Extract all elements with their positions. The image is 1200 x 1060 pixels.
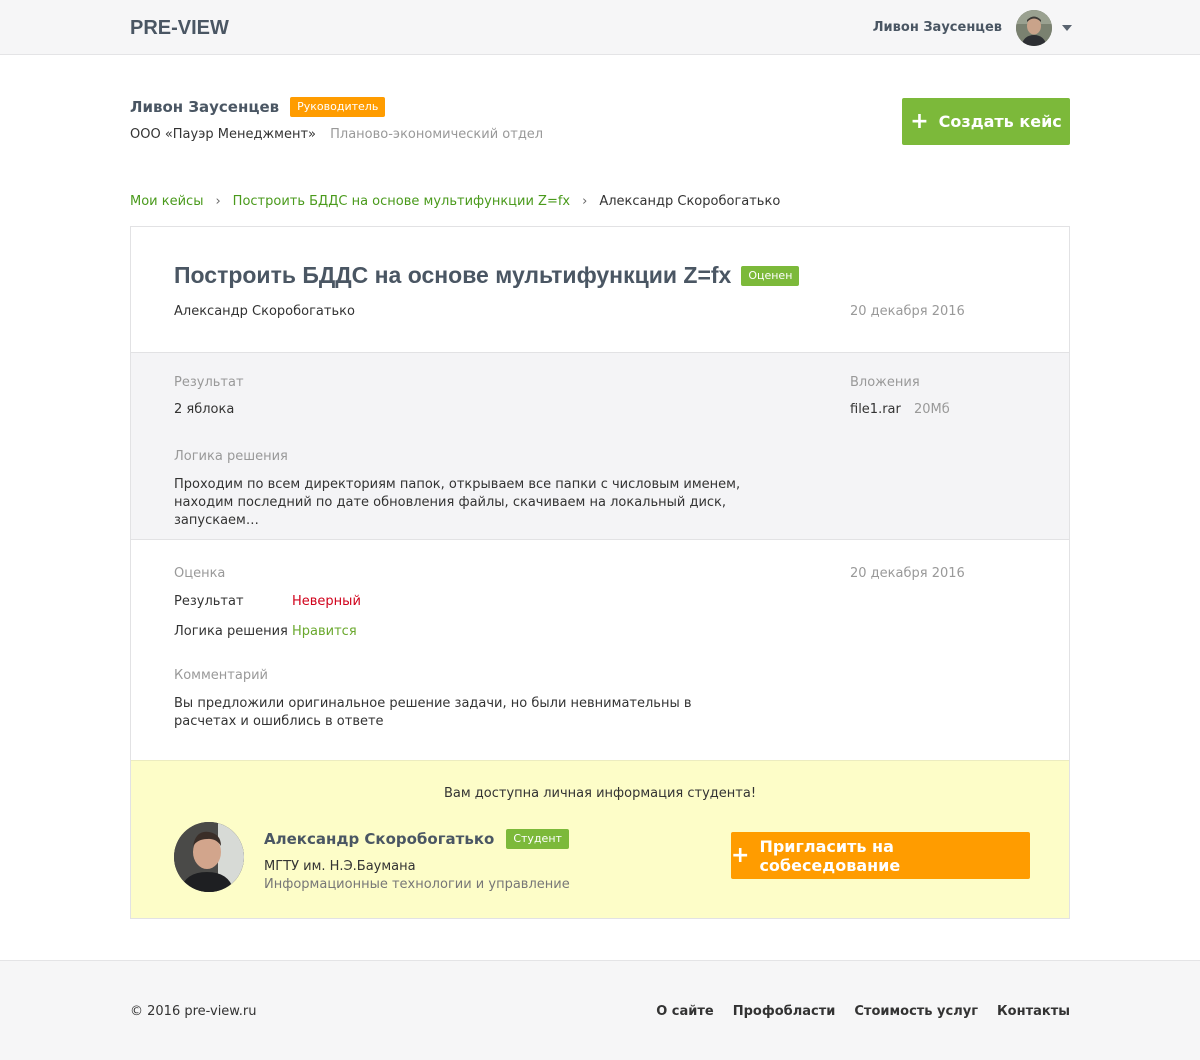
avatar[interactable] (1016, 9, 1052, 46)
attachments-label: Вложения (850, 375, 920, 390)
top-bar: PRE-VIEW Ливон Заусенцев (0, 0, 1200, 55)
case-author: Александр Скоробогатько (174, 304, 355, 319)
comment-text: Вы предложили оригинальное решение задач… (174, 696, 692, 729)
profile-company: ООО «Пауэр Менеджмент» (130, 127, 316, 142)
logic-label: Логика решения (174, 449, 288, 464)
result-value: 2 яблока (174, 402, 235, 417)
logo[interactable]: PRE-VIEW (130, 17, 229, 40)
student-name[interactable]: Александр Скоробогатько (264, 830, 494, 848)
result-label: Результат (174, 375, 244, 390)
evaluation-date: 20 декабря 2016 (850, 566, 965, 581)
breadcrumb-case[interactable]: Построить БДДС на основе мультифункции Z… (233, 194, 570, 209)
breadcrumb: Мои кейсы › Построить БДДС на основе мул… (130, 194, 780, 209)
eval-logic-label: Логика решения (174, 624, 288, 639)
comment-label: Комментарий (174, 668, 268, 683)
user-name[interactable]: Ливон Заусенцев (873, 20, 1002, 35)
plus-icon: + (731, 842, 750, 868)
attachment-file-name[interactable]: file1.rar (850, 402, 901, 417)
eval-result-value: Неверный (292, 594, 361, 609)
avatar-photo-icon (1016, 9, 1052, 46)
invite-interview-button[interactable]: + Пригласить на собеседование (731, 832, 1030, 879)
student-badge: Студент (506, 829, 569, 849)
evaluation-label: Оценка (174, 566, 226, 581)
student-university: МГТУ им. Н.Э.Баумана (264, 859, 416, 874)
footer-link-areas[interactable]: Профобласти (733, 1004, 836, 1019)
chevron-right-icon: › (215, 194, 221, 209)
attachment-file[interactable]: file1.rar 20Мб (850, 401, 950, 419)
student-section: Вам доступна личная информация студента!… (131, 760, 1069, 918)
status-badge: Оценен (741, 265, 800, 286)
plus-icon: + (910, 108, 929, 134)
student-faculty: Информационные технологии и управление (264, 877, 570, 892)
chevron-down-icon[interactable] (1062, 24, 1072, 31)
case-date: 20 декабря 2016 (850, 304, 965, 319)
create-case-label: Создать кейс (938, 112, 1062, 131)
student-notice: Вам доступна личная информация студента! (443, 786, 757, 801)
create-case-button[interactable]: + Создать кейс (902, 98, 1070, 145)
invite-interview-label: Пригласить на собеседование (759, 836, 901, 875)
case-title: Построить БДДС на основе мультифункции Z… (174, 262, 732, 288)
eval-logic-value: Нравится (292, 624, 357, 639)
evaluation-section: Оценка 20 декабря 2016 Результат Неверны… (131, 540, 1069, 760)
copyright: © 2016 pre-view.ru (130, 1004, 257, 1019)
result-section: Результат 2 яблока Вложения file1.rar 20… (131, 352, 1069, 540)
breadcrumb-my-cases[interactable]: Мои кейсы (130, 194, 203, 209)
chevron-right-icon: › (582, 194, 588, 209)
case-header: Построить БДДС на основе мультифункции Z… (131, 227, 1069, 352)
footer-nav: О сайте Профобласти Стоимость услуг Конт… (637, 1004, 1070, 1019)
footer-link-about[interactable]: О сайте (656, 1004, 714, 1019)
footer-link-contacts[interactable]: Контакты (997, 1004, 1070, 1019)
logic-text: Проходим по всем директориям папок, откр… (174, 477, 741, 528)
student-photo-icon (174, 822, 244, 892)
student-avatar[interactable] (174, 822, 244, 892)
eval-result-label: Результат (174, 594, 244, 609)
profile-name: Ливон Заусенцев (130, 98, 280, 116)
profile-department: Планово-экономический отдел (330, 127, 544, 142)
attachment-file-size: 20Мб (914, 402, 950, 417)
footer: © 2016 pre-view.ru О сайте Профобласти С… (0, 960, 1200, 1060)
profile-block: Ливон Заусенцев Руководитель ООО «Пауэр … (130, 97, 543, 142)
footer-link-pricing[interactable]: Стоимость услуг (854, 1004, 978, 1019)
user-menu[interactable]: Ливон Заусенцев (873, 9, 1072, 46)
case-card: Построить БДДС на основе мультифункции Z… (130, 226, 1070, 919)
role-badge: Руководитель (290, 97, 386, 117)
breadcrumb-current: Александр Скоробогатько (599, 194, 781, 209)
